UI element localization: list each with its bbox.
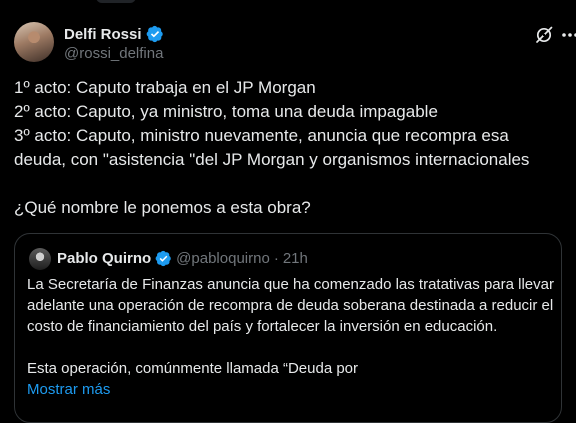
verified-badge-icon [146,25,163,43]
previous-tweet-fragment [96,0,136,3]
author-name-row[interactable]: Delfi Rossi [64,25,164,43]
grok-icon[interactable] [534,25,554,45]
quoted-tweet-card[interactable]: Pablo Quirno @pabloquirno · 21h La Secre… [14,233,562,423]
quoted-line: La Secretaría de Finanzas anuncia que ha… [27,276,554,293]
quoted-line: costo de financiamiento del país y forta… [27,318,498,335]
quoted-tweet-header: Pablo Quirno @pabloquirno · 21h [57,250,308,267]
verified-badge-icon [155,250,171,267]
tweet-line: 1º acto: Caputo trabaja en el JP Morgan [14,78,316,97]
quoted-line: adelante una operación de recompra de de… [27,297,554,314]
quoted-tweet-body: La Secretaría de Finanzas anuncia que ha… [27,274,557,400]
tweet-line: 3º acto: Caputo, ministro nuevamente, an… [14,126,509,145]
more-options-icon[interactable] [562,25,576,45]
tweet-body: 1º acto: Caputo trabaja en el JP Morgan … [14,76,570,220]
show-more-link[interactable]: Mostrar más [27,379,557,400]
tweet-line: ¿Qué nombre le ponemos a esta obra? [14,198,311,217]
quoted-line: Esta operación, comúnmente llamada “Deud… [27,360,359,377]
tweet-line: deuda, con "asistencia "del JP Morgan y … [14,150,530,169]
author-name[interactable]: Delfi Rossi [64,26,142,43]
meta-separator: · [273,250,279,267]
quoted-author-name[interactable]: Pablo Quirno [57,250,151,267]
quoted-author-handle[interactable]: @pabloquirno [176,250,270,267]
author-handle[interactable]: @rossi_delfina [64,45,163,62]
quoted-timestamp[interactable]: 21h [283,250,308,267]
tweet-line: 2º acto: Caputo, ya ministro, toma una d… [14,102,438,121]
quoted-author-avatar[interactable] [29,248,51,270]
author-avatar[interactable] [14,22,54,62]
quoted-blank-line [27,337,557,358]
